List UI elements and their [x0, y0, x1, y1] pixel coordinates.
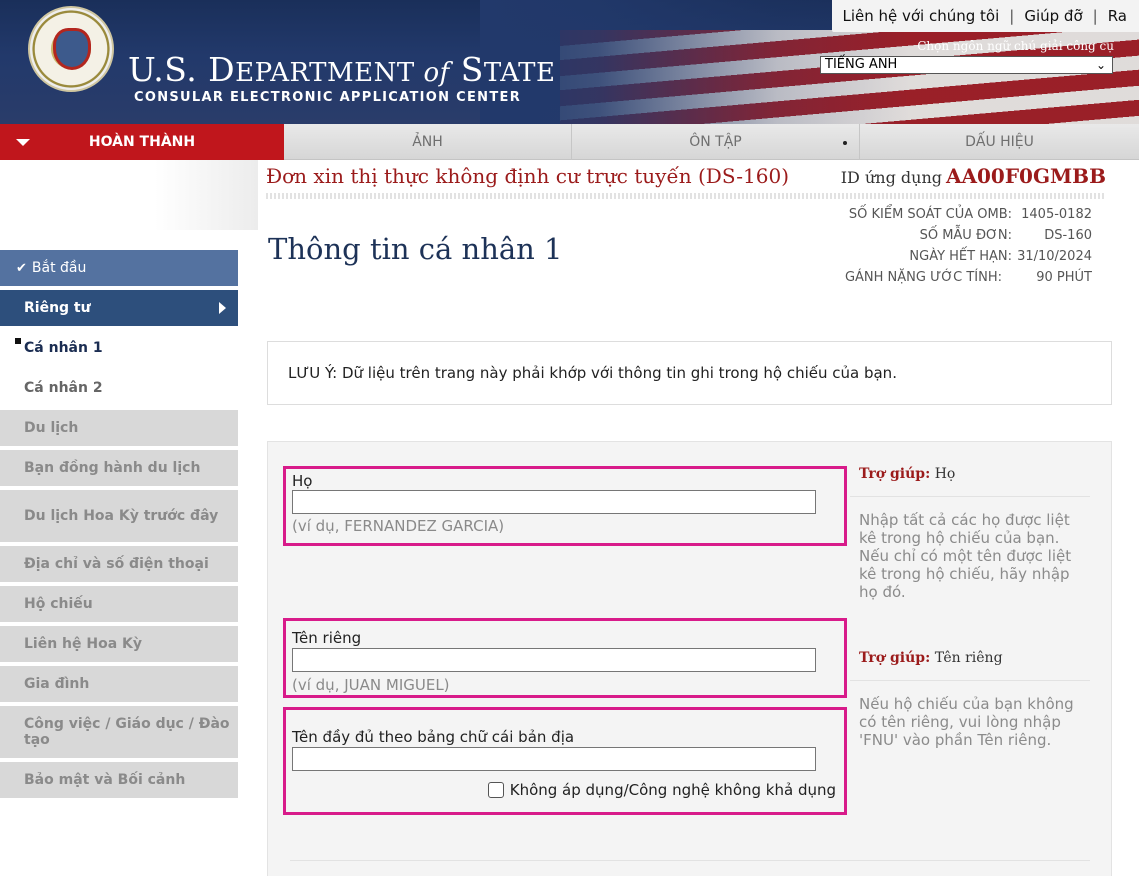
surname-input[interactable] [292, 490, 816, 514]
language-select[interactable]: TIẾNG ANH ⌄ [820, 56, 1113, 74]
dot-icon [843, 141, 847, 145]
help-link[interactable]: Giúp đỡ [1024, 7, 1082, 25]
nav-item-personal[interactable]: Riêng tư [0, 290, 238, 326]
progress-tabs: HOÀN THÀNH ẢNH ÔN TẬP DẤU HIỆU [0, 124, 1139, 160]
tab-sign[interactable]: DẤU HIỆU [860, 124, 1139, 160]
divider [290, 860, 1090, 861]
contact-us-link[interactable]: Liên hệ với chúng tôi [842, 7, 999, 25]
tab-review[interactable]: ÔN TẬP [572, 124, 860, 160]
application-title: Đơn xin thị thực không định cư trực tuyế… [266, 164, 790, 188]
given-name-label: Tên riêng [292, 629, 362, 647]
tab-complete[interactable]: HOÀN THÀNH [0, 124, 284, 160]
checkmark-icon: ✔ [16, 260, 27, 276]
language-label: Chọn ngôn ngữ chú giải công cụ [917, 39, 1114, 53]
nav-item-work-education[interactable]: Công việc / Giáo dục / Đào tạo [0, 706, 238, 758]
help-given-name: Trợ giúp: Tên riêng Nếu hộ chiếu của bạn… [850, 650, 1090, 749]
chevron-right-icon [219, 302, 226, 314]
given-name-hint: (ví dụ, JUAN MIGUEL) [292, 676, 450, 694]
left-navigation: ✔ Bắt đầu Riêng tư Cá nhân 1 Cá nhân 2 D… [0, 250, 238, 802]
surname-label: Họ [292, 472, 313, 490]
nav-item-address-phone[interactable]: Địa chỉ và số điện thoại [0, 546, 238, 582]
native-name-label: Tên đầy đủ theo bảng chữ cái bản địa [292, 728, 575, 746]
given-name-field-group: Tên riêng (ví dụ, JUAN MIGUEL) [283, 618, 847, 698]
not-applicable-checkbox[interactable] [487, 782, 504, 798]
application-id-value: AA00F0GMBB [945, 164, 1106, 188]
state-department-seal-icon [28, 6, 114, 92]
caret-down-icon [16, 139, 30, 146]
chevron-down-icon: ⌄ [1095, 58, 1106, 72]
page-title: Thông tin cá nhân 1 [268, 232, 563, 266]
native-name-field-group: Tên đầy đủ theo bảng chữ cái bản địa Khô… [283, 707, 847, 815]
nav-item-personal-2[interactable]: Cá nhân 2 [0, 370, 238, 406]
application-id: ID ứng dụng AA00F0GMBB [840, 164, 1106, 188]
consular-center-subtitle: CONSULAR ELECTRONIC APPLICATION CENTER [134, 90, 522, 105]
omb-info: SỐ KIỂM SOÁT CỦA OMB: 1405-0182 SỐ MẪU ĐƠ… [844, 207, 1092, 285]
divider [266, 193, 1106, 199]
surname-hint: (ví dụ, FERNANDEZ GARCIA) [292, 517, 505, 535]
department-title: U.S. DEPARTMENT of STATE [128, 50, 556, 89]
surname-field-group: Họ (ví dụ, FERNANDEZ GARCIA) [283, 466, 847, 546]
passport-note: LƯU Ý: Dữ liệu trên trang này phải khớp … [267, 341, 1112, 405]
not-applicable-option[interactable]: Không áp dụng/Công nghệ không khả dụng [487, 781, 836, 799]
help-surname: Trợ giúp: Họ Nhập tất cả các họ được liệ… [850, 466, 1090, 601]
utility-links: Liên hệ với chúng tôi | Giúp đỡ | Ra [832, 0, 1139, 32]
given-name-input[interactable] [292, 648, 816, 672]
native-name-input[interactable] [292, 747, 816, 771]
nav-item-start[interactable]: ✔ Bắt đầu [0, 250, 238, 286]
nav-item-security-background[interactable]: Bảo mật và Bối cảnh [0, 762, 238, 798]
exit-link[interactable]: Ra [1108, 7, 1127, 25]
nav-item-personal-1[interactable]: Cá nhân 1 [0, 330, 238, 366]
nav-item-us-contact[interactable]: Liên hệ Hoa Kỳ [0, 626, 238, 662]
nav-item-family[interactable]: Gia đình [0, 666, 238, 702]
nav-item-travel-companions[interactable]: Bạn đồng hành du lịch [0, 450, 238, 486]
nav-item-previous-us-travel[interactable]: Du lịch Hoa Kỳ trước đây [0, 490, 238, 542]
nav-item-travel[interactable]: Du lịch [0, 410, 238, 446]
nav-item-passport[interactable]: Hộ chiếu [0, 586, 238, 622]
tab-photo[interactable]: ẢNH [284, 124, 572, 160]
